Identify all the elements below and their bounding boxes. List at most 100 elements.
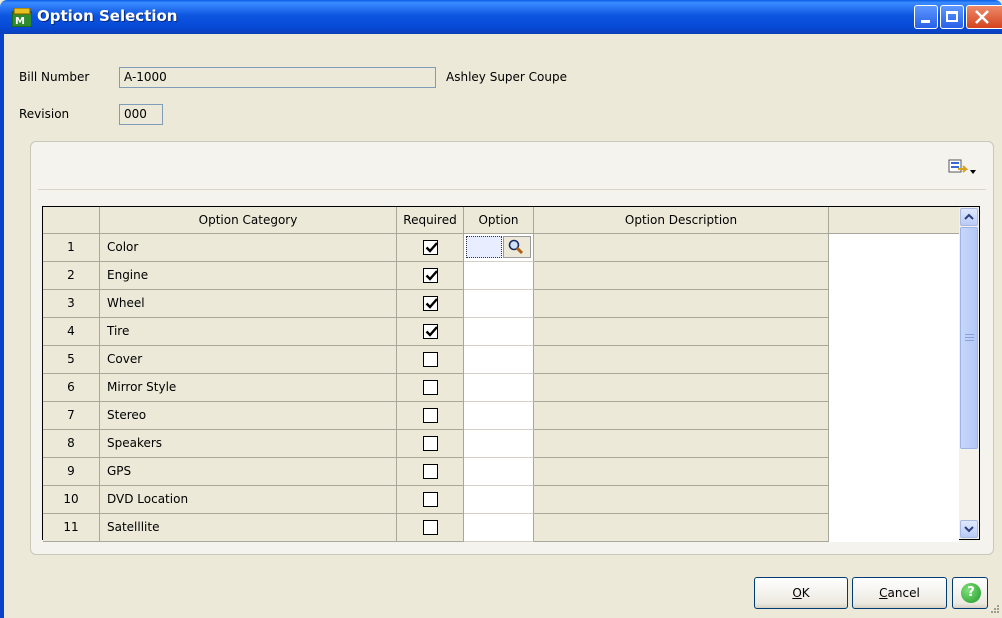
table-row[interactable]: 3 Wheel [43, 290, 959, 318]
required-checkbox[interactable] [423, 492, 438, 507]
option-category-cell: DVD Location [100, 486, 397, 514]
revision-label: Revision [19, 107, 70, 121]
option-description-cell [534, 374, 829, 402]
option-category-cell: Stereo [100, 402, 397, 430]
option-description-cell [534, 486, 829, 514]
table-row[interactable]: 7 Stereo [43, 402, 959, 430]
option-cell[interactable] [464, 234, 534, 262]
option-category-cell: Wheel [100, 290, 397, 318]
thumb-grip [965, 334, 974, 335]
minimize-button[interactable] [914, 5, 938, 29]
required-cell [397, 318, 464, 346]
grid-filler [829, 458, 959, 486]
vertical-scrollbar[interactable] [959, 207, 979, 539]
thumb-grip [965, 340, 974, 341]
help-button[interactable]: ? [952, 577, 988, 609]
row-number: 8 [43, 430, 100, 458]
option-cell[interactable] [464, 346, 534, 374]
option-cell[interactable] [464, 430, 534, 458]
required-checkbox[interactable] [423, 352, 438, 367]
grid-settings-icon[interactable] [948, 158, 968, 176]
row-number: 11 [43, 514, 100, 542]
required-checkbox[interactable] [423, 436, 438, 451]
close-button[interactable] [966, 5, 1002, 29]
grid-filler [829, 234, 959, 262]
checkmark-icon [425, 298, 438, 309]
required-checkbox[interactable] [423, 296, 438, 311]
header-required[interactable]: Required [397, 207, 464, 234]
table-row[interactable]: 6 Mirror Style [43, 374, 959, 402]
option-cell[interactable] [464, 458, 534, 486]
required-checkbox[interactable] [423, 324, 438, 339]
option-category-cell: Satelllite [100, 514, 397, 542]
option-cell[interactable] [464, 262, 534, 290]
ok-button[interactable]: OK [754, 577, 848, 609]
option-description-cell [534, 430, 829, 458]
thumb-grip [965, 337, 974, 338]
option-lookup-button[interactable] [503, 236, 531, 258]
header-option-description[interactable]: Option Description [534, 207, 829, 234]
scroll-down-button[interactable] [960, 520, 978, 538]
row-number: 5 [43, 346, 100, 374]
required-cell [397, 458, 464, 486]
required-cell [397, 346, 464, 374]
option-category-cell: Speakers [100, 430, 397, 458]
option-description-cell [534, 402, 829, 430]
row-number: 7 [43, 402, 100, 430]
resize-grip-icon[interactable] [988, 602, 1000, 614]
option-cell[interactable] [464, 486, 534, 514]
scroll-up-button[interactable] [960, 208, 978, 226]
checkmark-icon [425, 326, 438, 337]
chevron-down-icon[interactable] [970, 170, 976, 174]
required-checkbox[interactable] [423, 520, 438, 535]
table-row[interactable]: 2 Engine [43, 262, 959, 290]
revision-field[interactable]: 000 [119, 104, 163, 125]
title-bar[interactable]: M Option Selection [0, 0, 1002, 34]
grid-filler [829, 290, 959, 318]
grid-filler [829, 514, 959, 542]
help-icon: ? [961, 583, 981, 603]
table-row[interactable]: 11 Satelllite [43, 514, 959, 542]
table-row[interactable]: 5 Cover [43, 346, 959, 374]
option-input[interactable] [466, 236, 502, 258]
cancel-button[interactable]: Cancel [852, 577, 947, 609]
option-cell[interactable] [464, 290, 534, 318]
scroll-thumb[interactable] [960, 227, 978, 449]
header-option[interactable]: Option [464, 207, 534, 234]
required-cell [397, 430, 464, 458]
option-cell[interactable] [464, 318, 534, 346]
option-grid: Option Category Required Option Option D… [42, 206, 980, 542]
required-cell [397, 290, 464, 318]
table-row[interactable]: 9 GPS [43, 458, 959, 486]
required-checkbox[interactable] [423, 268, 438, 283]
option-cell[interactable] [464, 402, 534, 430]
option-description-cell [534, 458, 829, 486]
row-number: 9 [43, 458, 100, 486]
window-title: Option Selection [37, 7, 178, 25]
option-cell[interactable] [464, 374, 534, 402]
required-checkbox[interactable] [423, 380, 438, 395]
table-row[interactable]: 1 Color [43, 234, 959, 262]
grid-filler [829, 262, 959, 290]
required-cell [397, 514, 464, 542]
bill-description: Ashley Super Coupe [446, 70, 567, 84]
chevron-up-icon [964, 213, 974, 220]
required-checkbox[interactable] [423, 408, 438, 423]
option-description-cell [534, 346, 829, 374]
maximize-button[interactable] [940, 5, 964, 29]
required-cell [397, 234, 464, 262]
panel-divider [38, 189, 986, 190]
checkmark-icon [425, 242, 438, 253]
bill-number-field[interactable]: A-1000 [119, 67, 436, 88]
table-row[interactable]: 10 DVD Location [43, 486, 959, 514]
option-category-cell: Tire [100, 318, 397, 346]
table-row[interactable]: 8 Speakers [43, 430, 959, 458]
svg-text:M: M [15, 16, 25, 27]
option-cell[interactable] [464, 514, 534, 542]
required-checkbox[interactable] [423, 464, 438, 479]
chevron-down-icon [964, 526, 974, 533]
table-row[interactable]: 4 Tire [43, 318, 959, 346]
header-option-category[interactable]: Option Category [100, 207, 397, 234]
required-checkbox[interactable] [423, 240, 438, 255]
option-description-cell [534, 318, 829, 346]
